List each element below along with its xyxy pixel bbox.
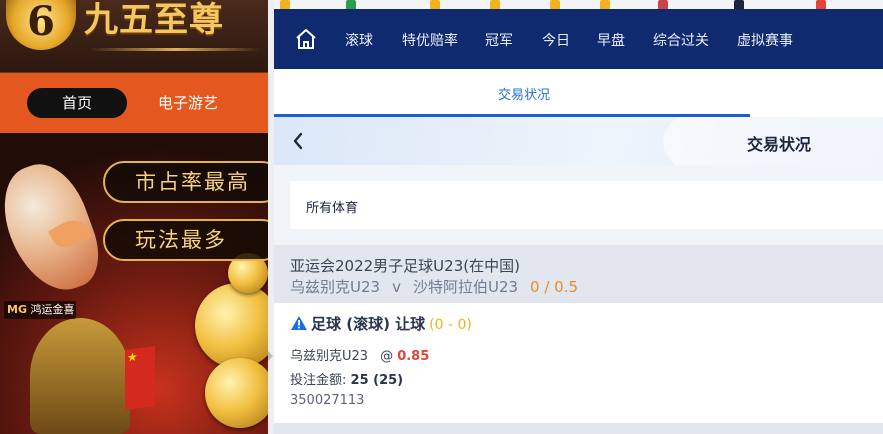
gold-coin-illustration [195, 283, 268, 368]
bookmark-icon[interactable] [550, 0, 560, 9]
bookmark-icon[interactable] [600, 0, 610, 9]
bookmark-icon[interactable] [658, 0, 668, 9]
tab-special-odds[interactable]: 特优赔率 [402, 9, 458, 69]
odds-at-symbol: @ [380, 349, 394, 364]
promo-nav-home-button[interactable]: 首页 [27, 88, 127, 118]
bet-market-label: 足球 (滚球) 让球 [311, 315, 426, 333]
expand-handle-icon[interactable] [268, 351, 273, 361]
mg-badge: MG 鸿运金喜 [4, 301, 76, 319]
bet-amount-label: 投注金额: [290, 373, 347, 388]
tab-parlay[interactable]: 综合过关 [653, 9, 709, 69]
bookmark-icon[interactable] [490, 0, 500, 9]
bookmark-icon[interactable] [816, 0, 826, 9]
bet-selection-team: 乌兹别克U23 [290, 349, 369, 364]
tab-outright[interactable]: 冠军 [485, 9, 513, 69]
tab-early[interactable]: 早盘 [597, 9, 625, 69]
home-icon[interactable] [294, 27, 318, 51]
bet-amount-value: 25 (25) [350, 373, 404, 388]
mg-badge-text: 鸿运金喜 [30, 303, 75, 316]
back-arrow-icon[interactable] [292, 132, 304, 150]
sport-filter-select[interactable]: 所有体育 [290, 181, 883, 229]
home-team: 乌兹别克U23 [290, 278, 381, 296]
next-match-header [274, 423, 883, 434]
golden-statue-illustration [30, 318, 130, 434]
bet-market-title: 足球 (滚球) 让球 (0 - 0) [290, 313, 472, 334]
page-header: 交易状况 [274, 117, 883, 165]
promo-logo-bar: 6 九五至尊 [0, 0, 268, 73]
promo-nav-egame-link[interactable]: 电子游艺 [148, 88, 228, 118]
gold-coin-illustration [205, 358, 268, 428]
brand-name: 九五至尊 [84, 0, 224, 40]
tab-virtual-sports[interactable]: 虚拟赛事 [737, 9, 793, 69]
bet-selection: 乌兹别克U23 @ 0.85 [290, 345, 429, 364]
bookmark-icon[interactable] [430, 0, 440, 9]
promo-panel: 6 九五至尊 首页 电子游艺 ★ 市占率最高 玩法最多 MG 鸿运金喜 [0, 0, 268, 434]
tab-in-play[interactable]: 滚球 [345, 9, 373, 69]
mg-badge-prefix: MG [7, 303, 27, 316]
bookmark-icon[interactable] [734, 0, 744, 9]
away-team: 沙特阿拉伯U23 [412, 278, 519, 296]
sub-tab-bar: 交易状况 [274, 69, 883, 117]
bookmark-icon[interactable] [346, 0, 356, 9]
bet-ticket: 足球 (滚球) 让球 (0 - 0) 乌兹别克U23 @ 0.85 投注金额: 25… [268, 303, 883, 423]
logo-ornament [90, 48, 260, 51]
match-header: 亚运会2022男子足球U23(在中国) 乌兹别克U23 v 沙特阿拉伯U23 0 / … [274, 245, 883, 303]
bet-odds: 0.85 [397, 349, 430, 364]
bet-amount: 投注金额: 25 (25) [290, 369, 403, 388]
sports-top-nav: 滚球 特优赔率 冠军 今日 早盘 综合过关 虚拟赛事 [274, 9, 883, 69]
brand-logo-icon: 6 [6, 0, 76, 50]
flag-star-icon: ★ [127, 349, 138, 365]
red-flag-illustration: ★ [125, 345, 155, 411]
bet-score: (0 - 0) [429, 317, 472, 333]
page-title: 交易状况 [747, 135, 812, 154]
promo-nav: 首页 电子游艺 [0, 73, 268, 133]
slogan-market-share: 市占率最高 [103, 161, 268, 203]
tab-today[interactable]: 今日 [542, 9, 570, 69]
warning-icon [291, 316, 307, 330]
sport-filter-value: 所有体育 [306, 201, 359, 216]
bookmark-bar [274, 0, 883, 9]
ticket-id: 350027113 [290, 393, 365, 408]
league-name: 亚运会2022男子足球U23(在中国) [290, 257, 520, 275]
handicap-line: 0 / 0.5 [530, 278, 579, 296]
bookmark-star-icon[interactable] [280, 0, 290, 9]
bet-list: 所有体育 亚运会2022男子足球U23(在中国) 乌兹别克U23 v 沙特阿拉伯U2… [268, 165, 883, 434]
slogan-most-games: 玩法最多 [103, 219, 268, 261]
promo-banner[interactable]: ★ 市占率最高 玩法最多 MG 鸿运金喜 [0, 133, 268, 434]
tab-bet-status[interactable]: 交易状况 [498, 84, 550, 103]
versus-label: v [392, 278, 401, 296]
match-teams: 乌兹别克U23 v 沙特阿拉伯U23 0 / 0.5 [290, 276, 578, 297]
